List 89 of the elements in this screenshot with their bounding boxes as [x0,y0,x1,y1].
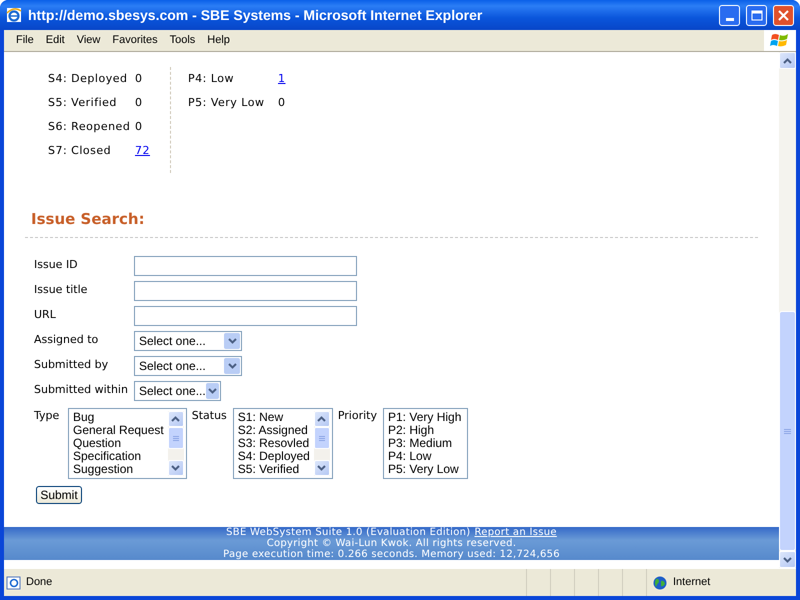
status-count[interactable]: 72 [135,142,150,160]
status-text: Done [26,575,54,590]
footer-text: Page execution time: 0.266 seconds. Memory used: 12,724,656 [223,549,560,560]
field-label: Issue ID [34,257,79,273]
list-option[interactable]: P2: High [388,424,462,437]
list-option[interactable]: Specification [73,450,164,463]
close-button[interactable] [773,4,794,26]
status-count: 0 [135,118,142,135]
window-title: http://demo.sbesys.com - SBE Systems - Microsoft Internet Explorer [28,6,484,25]
chevron-down-icon [228,363,236,369]
status-count: 0 [135,94,142,111]
scroll-thumb[interactable] [168,427,184,449]
list-option[interactable]: P1: Very High [388,411,462,424]
page-scrollbar[interactable] [779,52,796,568]
chevron-up-icon [317,416,326,422]
list-box[interactable]: Bug General Request Question Specification Suggestion [68,408,187,479]
scroll-thumb[interactable] [779,311,796,551]
status-label: S6: Reopened [47,118,132,135]
menu-item[interactable]: View [70,32,106,49]
chevron-down-icon [783,556,792,562]
list-label: Type [34,408,60,424]
priority-count[interactable]: 1 [278,70,286,88]
priority-label: P5: Very Low [188,94,266,111]
chevron-down-icon [208,388,217,394]
chevron-up-icon [783,58,792,64]
page-icon [6,574,22,590]
status-label: S7: Closed [47,142,112,159]
maximize-icon [750,10,762,20]
minimize-button[interactable] [719,4,740,26]
footer-text: SBE WebSystem Suite 1.0 (Evaluation Edition) [226,527,470,538]
chevron-down-icon [317,465,326,471]
globe-icon [653,576,667,590]
status-label: S4: Deployed [47,70,128,87]
chevron-down-icon [228,338,236,344]
scroll-up-button[interactable] [779,52,796,69]
list-option[interactable]: P5: Very Low [388,463,462,476]
list-option[interactable]: S2: Assigned [238,424,310,437]
priority-label: P4: Low [188,70,235,87]
list-box[interactable]: S1: New S2: Assigned S3: Resovled S4: Deployed S5: Verified [232,408,333,479]
list-option[interactable]: P4: Low [388,450,462,463]
list-label: Status [190,408,228,424]
close-icon [778,10,789,20]
scroll-thumb[interactable] [314,427,330,449]
list-option[interactable]: Suggestion [73,463,164,476]
field-label: URL [34,307,57,323]
list-option[interactable]: S1: New [238,411,310,424]
chevron-down-icon [171,465,180,471]
list-option[interactable]: P3: Medium [388,437,462,450]
submit-button[interactable]: Submit [36,486,82,504]
list-option[interactable]: S3: Resovled [238,437,310,450]
list-option[interactable]: S5: Verified [238,463,310,476]
text-field[interactable] [134,281,357,301]
menu-item[interactable]: Help [201,32,236,49]
list-option[interactable]: Question [73,437,164,450]
field-label: Issue title [34,282,88,298]
maximize-button[interactable] [746,4,767,26]
field-label: Submitted within [34,382,129,398]
menu-item[interactable]: Tools [164,32,202,49]
footer-text: Copyright © Wai-Lun Kwok. All rights reserved. [266,538,516,549]
menu-item[interactable]: Edit [40,32,71,49]
scroll-up-button[interactable] [168,411,184,427]
status-count: 0 [135,70,142,87]
section-heading: Issue Search: [30,210,145,228]
list-label: Priority [336,408,378,424]
browser-icon [6,7,22,23]
menu-item[interactable]: File [10,32,40,49]
menu-item[interactable]: Favorites [106,32,164,49]
dropdown[interactable]: Select one... [134,356,242,376]
priority-count: 0 [278,94,286,111]
list-option[interactable]: S4: Deployed [238,450,310,463]
zone-text: Internet [673,575,710,590]
field-label: Submitted by [34,357,110,373]
list-box[interactable]: P1: Very High P2: High P3: Medium P4: Low P5: Very Low [383,408,468,479]
status-label: S5: Verified [47,94,118,111]
text-field[interactable] [134,306,357,326]
dropdown[interactable]: Select one... [134,331,242,351]
chevron-up-icon [171,416,180,422]
scroll-down-button[interactable] [168,460,184,476]
text-field[interactable] [134,256,357,276]
list-option[interactable]: General Request [73,424,164,437]
scroll-down-button[interactable] [779,551,796,568]
dropdown[interactable]: Select one... [134,381,221,401]
list-option[interactable]: Bug [73,411,164,424]
scroll-down-button[interactable] [314,460,330,476]
report-link[interactable]: Report an Issue [474,527,557,538]
scroll-up-button[interactable] [314,411,330,427]
field-label: Assigned to [34,332,100,348]
windows-flag-icon [770,32,790,50]
minimize-icon [726,18,734,20]
